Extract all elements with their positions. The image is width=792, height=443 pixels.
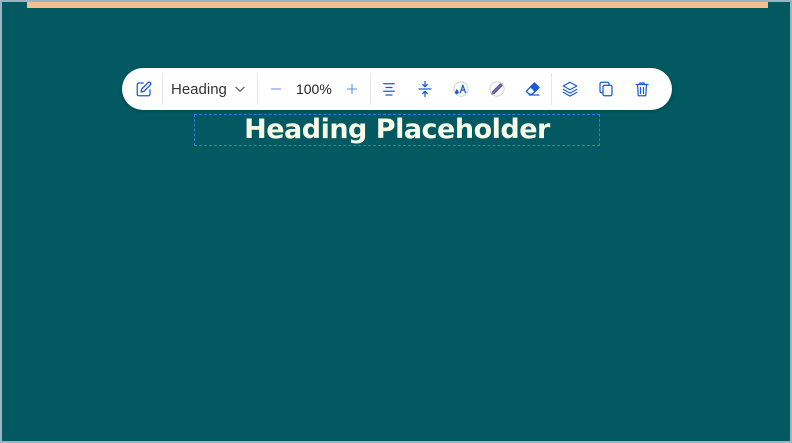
align-center-button[interactable]: [371, 68, 407, 110]
duplicate-button[interactable]: [588, 68, 624, 110]
text-color-icon: [453, 81, 469, 97]
pencil-icon: [136, 81, 152, 97]
zoom-in-button[interactable]: [334, 68, 370, 110]
layers-button[interactable]: [552, 68, 588, 110]
heading-text: Heading Placeholder: [244, 113, 550, 145]
text-style-select[interactable]: Heading: [163, 68, 257, 110]
align-center-icon: [383, 83, 395, 96]
no-color-icon: [489, 81, 505, 97]
zoom-control: 100%: [258, 68, 370, 110]
layers-icon: [562, 81, 578, 97]
minus-icon: [270, 88, 282, 90]
top-color-strip: [27, 2, 768, 8]
plus-icon: [346, 83, 358, 95]
editor-canvas[interactable]: Heading 100% Heading Placeholder: [0, 0, 792, 443]
heading-block[interactable]: Heading Placeholder: [194, 114, 600, 146]
vertical-spacing-button[interactable]: [407, 68, 443, 110]
chevron-down-icon: [235, 86, 245, 92]
text-style-value: Heading: [171, 80, 227, 98]
duplicate-icon: [599, 81, 613, 97]
trash-icon: [635, 82, 649, 97]
zoom-value: 100%: [295, 81, 332, 97]
floating-toolbar: Heading 100%: [122, 68, 672, 110]
vertical-spacing-icon: [418, 80, 432, 98]
clear-format-button[interactable]: [515, 68, 551, 110]
text-color-button[interactable]: [443, 68, 479, 110]
delete-button[interactable]: [624, 68, 660, 110]
zoom-out-button[interactable]: [258, 68, 294, 110]
edit-button[interactable]: [126, 68, 162, 110]
background-color-button[interactable]: [479, 68, 515, 110]
eraser-icon: [525, 82, 540, 96]
